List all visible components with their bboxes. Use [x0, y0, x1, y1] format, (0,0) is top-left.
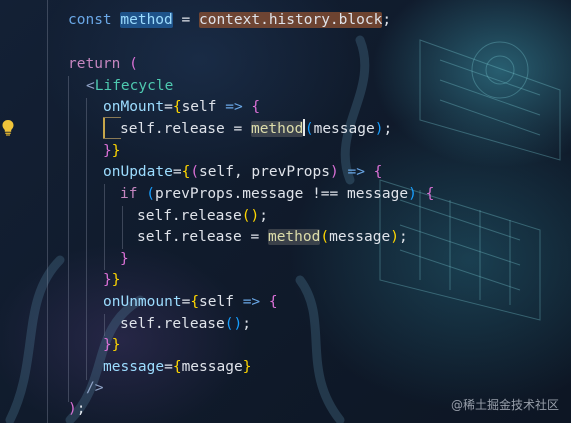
identifier: context.history.block	[198, 12, 383, 28]
code-line-4[interactable]: onMount={self => {	[103, 97, 260, 119]
prop-name: message	[103, 359, 165, 375]
identifier: self.release	[120, 316, 225, 332]
operator: =	[181, 294, 191, 310]
bracket: ()	[224, 316, 243, 332]
bracket: {	[373, 164, 383, 180]
tag-bracket: />	[86, 380, 104, 396]
indent-guide	[104, 314, 105, 336]
code-line-15[interactable]: }}	[103, 335, 120, 357]
condition: prevProps.message !== message	[154, 186, 409, 202]
bracket: }	[103, 272, 112, 288]
code-line-10[interactable]: self.release = method(message);	[137, 227, 408, 249]
code-line-5[interactable]: self.release = method (message);	[120, 119, 392, 141]
indent-guide	[86, 98, 87, 380]
punctuation: ;	[259, 208, 268, 224]
arrow-operator: =>	[216, 99, 252, 115]
identifier: method	[120, 12, 173, 28]
editor-gutter	[0, 0, 40, 423]
operator: =	[172, 12, 199, 28]
code-line-14[interactable]: self.release();	[120, 314, 251, 336]
operator: =	[164, 99, 173, 115]
bracket: {	[268, 294, 278, 310]
parameter: self	[181, 99, 217, 115]
identifier: self.release	[137, 229, 242, 245]
bracket: )	[68, 401, 77, 417]
code-line-8[interactable]: if (prevProps.message !== message) {	[120, 184, 434, 206]
operator: =	[224, 121, 251, 137]
bracket: }	[120, 251, 129, 267]
bracket: }	[111, 272, 121, 288]
code-line-18[interactable]: );	[68, 399, 85, 421]
component-tag: Lifecycle	[94, 78, 174, 94]
bracket: {	[172, 359, 182, 375]
bracket: }	[103, 143, 112, 159]
argument: message	[313, 121, 375, 137]
prop-name: onUnmount	[103, 294, 182, 310]
parameter: self	[199, 294, 234, 310]
punctuation: ;	[242, 316, 251, 332]
parameters: self, prevProps	[199, 164, 330, 180]
bracket: (	[137, 186, 155, 202]
keyword: const	[68, 12, 112, 28]
identifier: self.release	[120, 121, 225, 137]
keyword: if	[120, 186, 138, 202]
function-call: method	[267, 229, 321, 245]
bracket: }	[103, 337, 112, 353]
current-line-marker	[103, 117, 105, 139]
code-line-3[interactable]: <Lifecycle	[86, 76, 173, 98]
keyword: return	[68, 56, 121, 72]
bracket: }	[111, 143, 121, 159]
bracket: (	[304, 121, 314, 137]
bracket: {	[251, 99, 261, 115]
indent-guide	[68, 76, 69, 402]
code-line-1[interactable]: const method = context.history.block;	[68, 10, 391, 32]
bracket: {	[181, 164, 191, 180]
bracket: (	[190, 164, 200, 180]
bracket: )	[330, 164, 339, 180]
bracket: )	[390, 229, 399, 245]
arrow-operator: =>	[233, 294, 269, 310]
watermark: @稀土掘金技术社区	[450, 398, 559, 412]
identifier: self.release	[137, 208, 242, 224]
code-line-11[interactable]: }	[120, 249, 129, 271]
operator: =	[172, 164, 182, 180]
bracket: (	[320, 229, 330, 245]
prop-name: onUpdate	[103, 164, 173, 180]
bracket: {	[416, 186, 435, 202]
code-line-16[interactable]: message={message}	[103, 357, 251, 379]
tag-bracket: <	[86, 78, 95, 94]
bracket: {	[172, 99, 182, 115]
identifier: message	[181, 359, 243, 375]
operator: =	[241, 229, 268, 245]
argument: message	[329, 229, 391, 245]
punctuation: ;	[76, 401, 86, 417]
bracket: )	[408, 186, 417, 202]
prop-name: onMount	[103, 99, 165, 115]
bracket: {	[190, 294, 200, 310]
arrow-operator: =>	[338, 164, 374, 180]
code-line-17[interactable]: />	[86, 378, 103, 400]
code-line-12[interactable]: }}	[103, 270, 120, 292]
operator: =	[164, 359, 173, 375]
code-line-13[interactable]: onUnmount={self => {	[103, 292, 278, 314]
punctuation: ;	[382, 12, 392, 28]
punctuation: ;	[383, 121, 393, 137]
indent-guide	[104, 184, 105, 270]
bracket: ()	[241, 208, 260, 224]
code-line-6[interactable]: }}	[103, 141, 120, 163]
indent-guide	[47, 0, 48, 423]
code-line-9[interactable]: self.release();	[137, 206, 268, 228]
code-line-2[interactable]: return (	[68, 54, 138, 76]
code-editor[interactable]: const method = context.history.block; re…	[0, 0, 571, 423]
function-call: method	[250, 121, 304, 137]
code-line-7[interactable]: onUpdate={(self, prevProps) => {	[103, 162, 382, 184]
current-line-border	[103, 138, 121, 139]
lightbulb-icon[interactable]	[1, 119, 15, 136]
bracket: }	[242, 359, 252, 375]
bracket: (	[129, 56, 138, 72]
bracket: }	[111, 337, 121, 353]
indent-guide	[122, 206, 123, 249]
punctuation: ;	[398, 229, 408, 245]
